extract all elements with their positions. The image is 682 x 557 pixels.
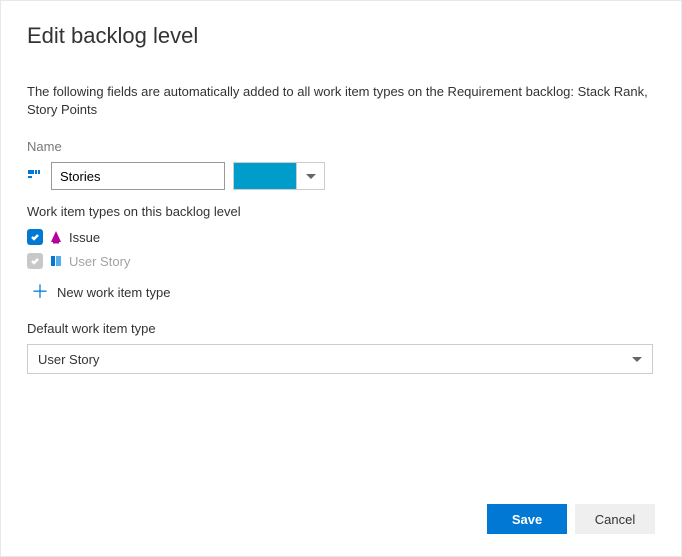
work-item-types-heading: Work item types on this backlog level: [27, 204, 655, 219]
save-button[interactable]: Save: [487, 504, 567, 534]
color-swatch: [234, 163, 296, 189]
default-type-select[interactable]: User Story: [27, 344, 653, 374]
chevron-down-icon: [306, 174, 316, 179]
description-text: The following fields are automatically a…: [27, 83, 655, 119]
checkbox-user-story: [27, 253, 43, 269]
backlog-level-icon: [27, 168, 43, 184]
new-work-item-type-label: New work item type: [57, 285, 170, 300]
page-title: Edit backlog level: [27, 23, 655, 49]
name-label: Name: [27, 139, 655, 154]
work-item-types-section: Work item types on this backlog level Is…: [27, 204, 655, 307]
color-picker[interactable]: [233, 162, 325, 190]
cancel-button[interactable]: Cancel: [575, 504, 655, 534]
dialog-footer: Save Cancel: [487, 504, 655, 534]
default-type-value: User Story: [38, 352, 99, 367]
name-input[interactable]: [51, 162, 225, 190]
work-item-type-row: Issue: [27, 225, 655, 249]
chevron-down-icon: [632, 357, 642, 362]
work-item-type-label: User Story: [69, 254, 130, 269]
work-item-type-row: User Story: [27, 249, 655, 273]
new-work-item-type-button[interactable]: ＋ New work item type: [27, 273, 655, 307]
color-picker-caret[interactable]: [296, 163, 324, 189]
default-type-section: Default work item type User Story: [27, 321, 655, 374]
plus-icon: ＋: [31, 283, 49, 301]
work-item-type-label: Issue: [69, 230, 100, 245]
issue-icon: [49, 230, 63, 244]
checkbox-issue[interactable]: [27, 229, 43, 245]
name-section: Name: [27, 139, 655, 190]
user-story-icon: [49, 254, 63, 268]
default-type-label: Default work item type: [27, 321, 655, 336]
